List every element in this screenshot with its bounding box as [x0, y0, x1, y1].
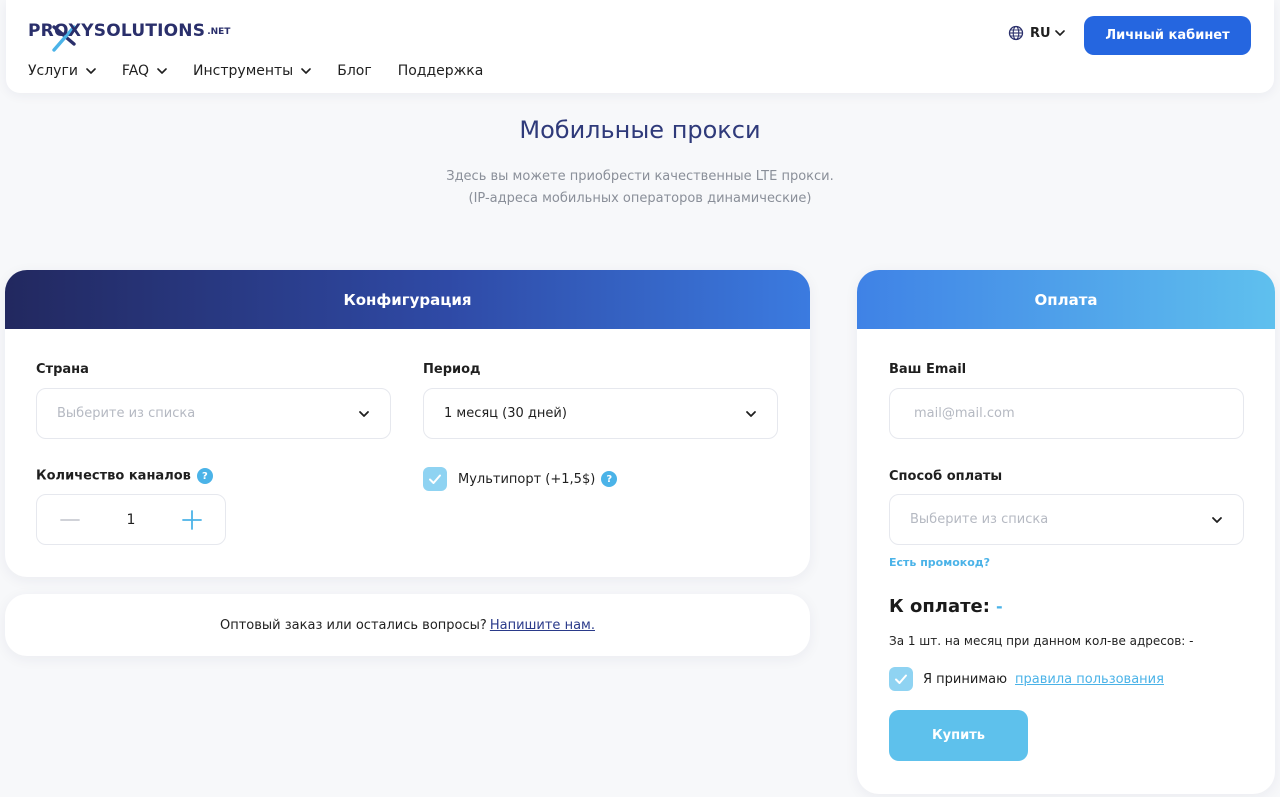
country-select[interactable]: Выберите из списка — [36, 388, 391, 439]
check-icon — [429, 474, 441, 484]
chevron-down-icon — [1054, 30, 1065, 36]
chevron-down-icon — [746, 410, 756, 417]
total-amount: К оплате: - — [889, 596, 1003, 617]
payment-card: Оплата Ваш Email Способ оплаты Выберите … — [857, 270, 1275, 794]
subtitle-line: (IP-адреса мобильных операторов динамиче… — [468, 191, 812, 206]
logo[interactable]: PROXYSOLUTIONS .NET — [28, 18, 230, 52]
multiport-label: Мультипорт (+1,5$) — [458, 471, 596, 487]
chevron-down-icon — [301, 68, 312, 74]
chevron-down-icon — [359, 410, 369, 417]
email-field[interactable] — [889, 388, 1244, 439]
nav-item-tools[interactable]: Инструменты — [193, 61, 312, 81]
channels-label-row: Количество каналов? — [36, 468, 213, 484]
nav-item-blog[interactable]: Блог — [337, 61, 371, 81]
payment-card-title: Оплата — [857, 270, 1275, 329]
logo-suffix: .NET — [207, 27, 231, 37]
help-icon[interactable]: ? — [196, 468, 213, 484]
logo-text: PROXYSOLUTIONS — [28, 21, 206, 41]
page-title: Мобильные прокси — [519, 116, 761, 144]
subtitle-line: Здесь вы можете приобрести качественные … — [446, 169, 834, 184]
channels-stepper: 1 — [36, 494, 226, 545]
language-code: RU — [1030, 25, 1051, 41]
chevron-down-icon — [1212, 516, 1222, 523]
channels-label: Количество каналов — [36, 468, 191, 484]
promo-code-link[interactable]: Есть промокод? — [889, 556, 990, 569]
buy-button[interactable]: Купить — [889, 710, 1028, 761]
period-label: Период — [423, 362, 481, 377]
plus-icon[interactable] — [181, 509, 203, 531]
payment-method-select[interactable]: Выберите из списка — [889, 494, 1244, 545]
check-icon — [895, 674, 907, 684]
personal-account-button[interactable]: Личный кабинет — [1084, 16, 1251, 55]
minus-icon[interactable] — [59, 509, 81, 531]
multiport-checkbox[interactable] — [423, 467, 447, 491]
email-label: Ваш Email — [889, 362, 967, 377]
terms-acceptance: Я принимаю правила пользования — [889, 667, 1164, 691]
configuration-card: Конфигурация Страна Выберите из списка П… — [5, 270, 810, 577]
terms-checkbox[interactable] — [889, 667, 913, 691]
country-placeholder: Выберите из списка — [57, 406, 196, 421]
multiport-option: Мультипорт (+1,5$) ? — [423, 467, 618, 491]
language-selector[interactable]: RU — [1008, 25, 1065, 41]
help-icon[interactable]: ? — [601, 471, 618, 487]
total-value: - — [995, 597, 1003, 616]
page-subtitle: Здесь вы можете приобрести качественные … — [0, 166, 1280, 210]
main-nav: Услуги FAQ Инструменты Блог Поддержка — [28, 61, 509, 81]
chevron-down-icon — [86, 68, 96, 74]
configuration-card-title: Конфигурация — [5, 270, 810, 329]
nav-item-label: Поддержка — [397, 63, 484, 79]
nav-item-services[interactable]: Услуги — [28, 61, 96, 81]
write-us-link[interactable]: Напишите нам. — [490, 618, 595, 633]
nav-item-label: FAQ — [121, 63, 150, 79]
payment-method-label: Способ оплаты — [889, 469, 1003, 484]
site-header: PROXYSOLUTIONS .NET Услуги FAQ Инструмен… — [6, 0, 1274, 93]
nav-item-label: Инструменты — [193, 63, 294, 79]
terms-link[interactable]: правила пользования — [1015, 672, 1164, 687]
country-label: Страна — [36, 362, 89, 377]
period-select[interactable]: 1 месяц (30 дней) — [423, 388, 778, 439]
globe-icon — [1008, 25, 1024, 41]
nav-item-faq[interactable]: FAQ — [122, 61, 167, 81]
nav-item-label: Блог — [337, 63, 372, 79]
period-value: 1 месяц (30 дней) — [444, 406, 567, 421]
channels-count: 1 — [126, 511, 136, 528]
terms-text: Я принимаю — [923, 671, 1008, 687]
wholesale-text: Оптовый заказ или остались вопросы? — [220, 617, 487, 633]
nav-item-label: Услуги — [28, 63, 78, 79]
chevron-down-icon — [157, 68, 167, 74]
payment-method-placeholder: Выберите из списка — [910, 512, 1049, 527]
wholesale-contact-card: Оптовый заказ или остались вопросы? Напи… — [5, 594, 810, 656]
total-label: К оплате: — [889, 596, 990, 617]
nav-item-support[interactable]: Поддержка — [398, 61, 484, 81]
per-unit-price: За 1 шт. на месяц при данном кол-ве адре… — [889, 634, 1194, 648]
